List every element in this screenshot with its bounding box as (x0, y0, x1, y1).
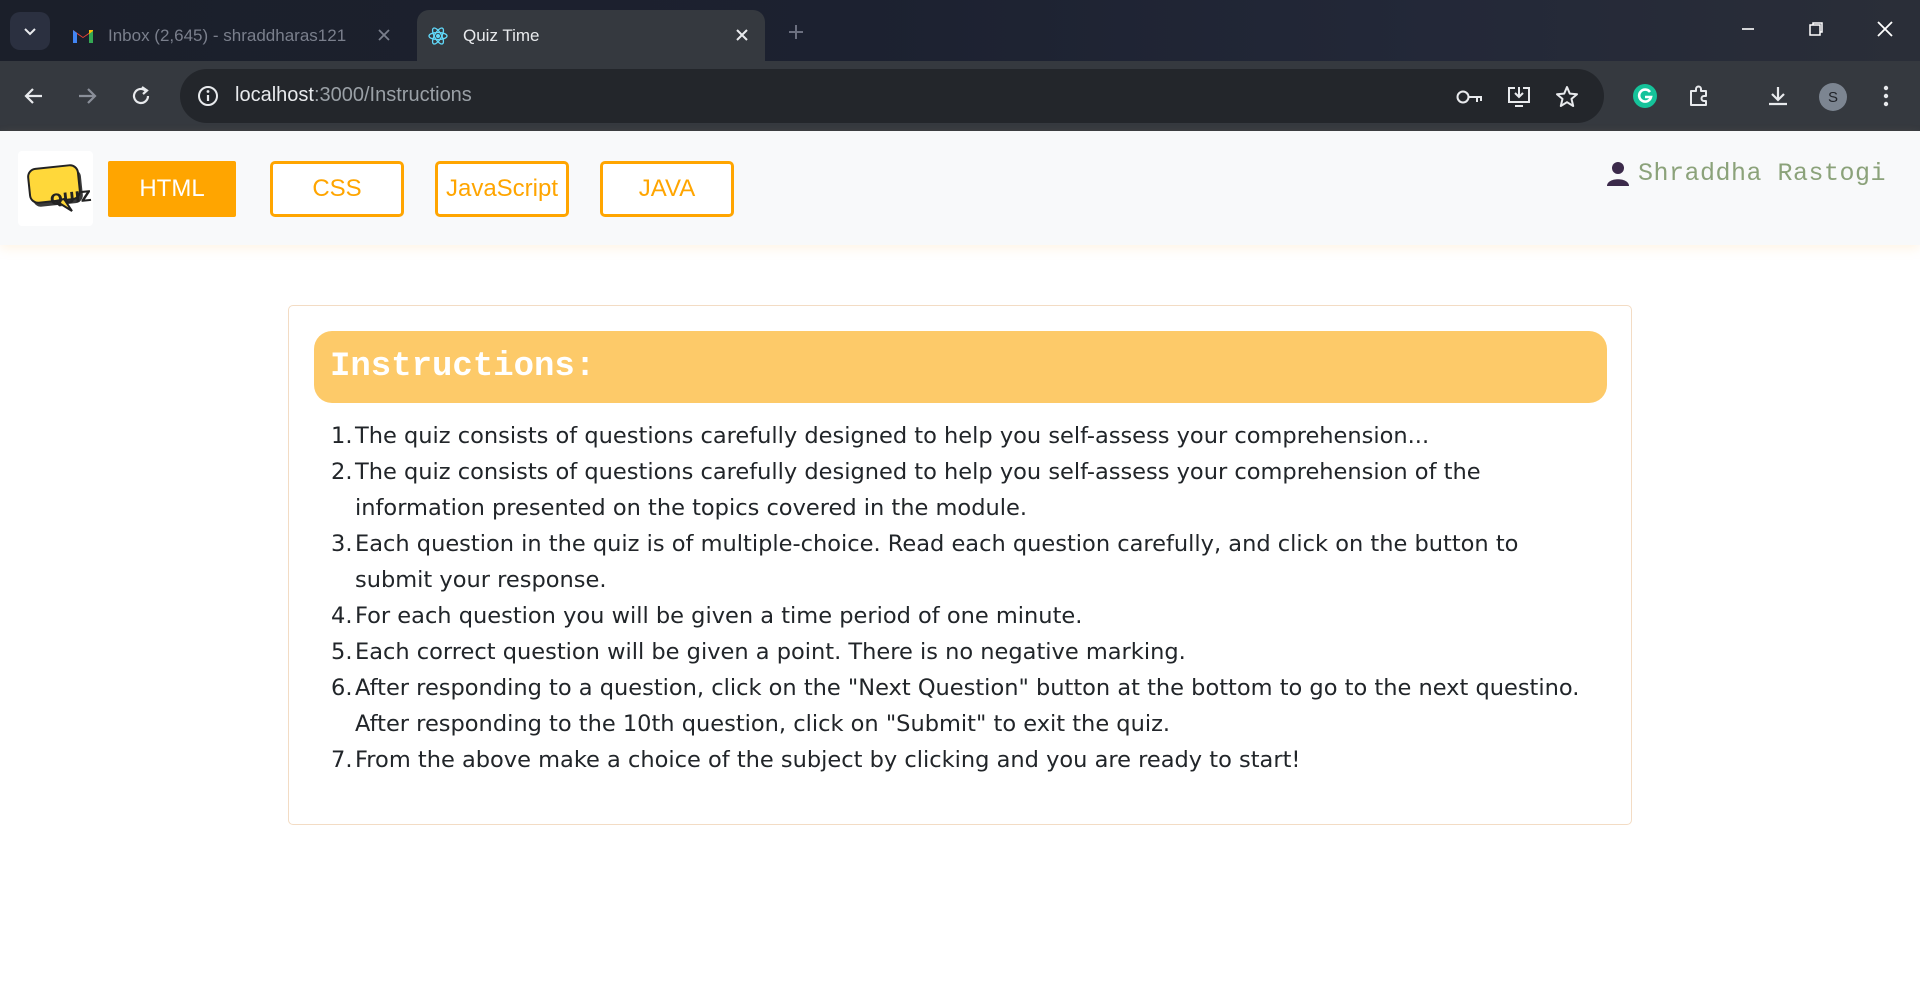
browser-tab-strip: Inbox (2,645) - shraddharas121 Quiz Time (0, 0, 1920, 61)
list-item: 4. For each question you will be given a … (331, 603, 1083, 629)
download-icon[interactable] (1760, 78, 1796, 114)
close-icon[interactable] (373, 24, 395, 46)
list-item: 3. Each question in the quiz is of multip… (331, 531, 1519, 593)
tab-title: Quiz Time (463, 25, 540, 45)
user-name: Shraddha Rastogi (1637, 159, 1886, 188)
gmail-icon (72, 25, 94, 47)
url-path: :3000/Instructions (313, 84, 472, 106)
tab-quiz-time[interactable]: Quiz Time (417, 10, 765, 61)
instructions-header: Instructions: (314, 331, 1607, 403)
extensions-puzzle-icon[interactable] (1681, 78, 1717, 114)
list-item: 7. From the above make a choice of the su… (331, 747, 1301, 773)
more-menu-icon[interactable] (1868, 78, 1904, 114)
plus-icon (789, 25, 803, 39)
info-icon[interactable] (194, 82, 222, 110)
user-profile[interactable]: Shraddha Rastogi (1606, 159, 1886, 188)
list-item: 1. The quiz consists of questions careful… (331, 423, 1430, 449)
restore-icon (1809, 22, 1823, 36)
bookmark-star-icon[interactable] (1553, 83, 1581, 111)
subject-html-button[interactable]: HTML (108, 161, 236, 217)
close-icon[interactable] (731, 24, 753, 46)
password-key-icon[interactable] (1456, 83, 1484, 111)
subject-java-button[interactable]: JAVA (600, 161, 734, 217)
new-tab-button[interactable] (782, 18, 810, 46)
list-item: 6. After responding to a question, click … (331, 675, 1580, 737)
reload-button[interactable] (123, 78, 159, 114)
minimize-button[interactable] (1733, 14, 1763, 44)
minimize-icon (1742, 28, 1754, 30)
profile-avatar[interactable]: S (1819, 83, 1847, 111)
react-icon (427, 25, 449, 47)
page-content: QUIZ HTML CSS JavaScript JAVA Shraddha R… (0, 131, 1920, 1000)
url-text[interactable]: localhost:3000/Instructions (235, 84, 472, 107)
chevron-down-icon (24, 28, 36, 36)
instructions-title: Instructions: (330, 348, 596, 386)
subject-javascript-button[interactable]: JavaScript (435, 161, 569, 217)
instructions-card: Instructions: 1. The quiz consists of que… (288, 305, 1632, 825)
grammarly-icon[interactable] (1627, 78, 1663, 114)
arrow-right-icon (79, 88, 97, 104)
browser-toolbar: localhost:3000/Instructions S (0, 61, 1920, 131)
address-bar[interactable]: localhost:3000/Instructions (180, 69, 1604, 123)
reload-icon (132, 86, 150, 105)
user-icon (1606, 161, 1629, 186)
install-app-icon[interactable] (1505, 83, 1533, 111)
subject-css-button[interactable]: CSS (270, 161, 404, 217)
app-navbar: QUIZ HTML CSS JavaScript JAVA Shraddha R… (0, 131, 1920, 245)
close-icon (1877, 21, 1893, 37)
forward-button[interactable] (69, 78, 105, 114)
url-host: localhost (235, 84, 314, 106)
close-window-button[interactable] (1870, 14, 1900, 44)
instructions-list: 1. The quiz consists of questions careful… (331, 418, 1601, 778)
tab-search-button[interactable] (10, 12, 50, 50)
tab-title: Inbox (2,645) - shraddharas121 (108, 25, 347, 45)
restore-button[interactable] (1801, 14, 1831, 44)
tab-gmail[interactable]: Inbox (2,645) - shraddharas121 (62, 10, 407, 61)
list-item: 2. The quiz consists of questions careful… (331, 459, 1481, 521)
list-item: 5. Each correct question will be given a … (331, 639, 1186, 665)
back-button[interactable] (16, 78, 52, 114)
arrow-left-icon (24, 88, 42, 104)
quiz-logo[interactable]: QUIZ (18, 151, 93, 226)
